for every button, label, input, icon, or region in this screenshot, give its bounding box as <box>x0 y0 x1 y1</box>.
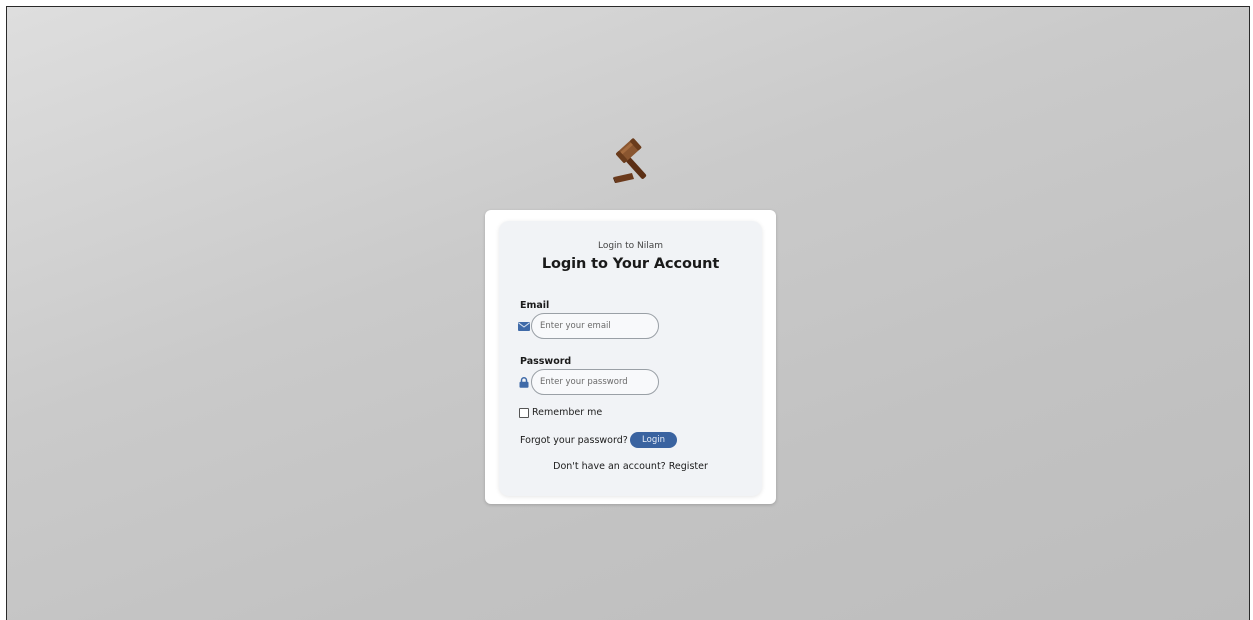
email-label: Email <box>520 300 550 311</box>
register-prompt: Don't have an account? Register <box>499 461 762 472</box>
password-input[interactable] <box>531 369 659 395</box>
form-title: Login to Your Account <box>541 256 720 272</box>
app-window: Login to Nilam Login to Your Account Ema… <box>6 6 1250 620</box>
email-input[interactable] <box>531 313 659 339</box>
remember-checkbox[interactable] <box>519 407 529 418</box>
password-label: Password <box>520 356 572 367</box>
login-card: Login to Nilam Login to Your Account Ema… <box>485 210 776 504</box>
remember-me[interactable]: Remember me <box>519 407 602 418</box>
login-form: Login to Nilam Login to Your Account Ema… <box>499 221 762 496</box>
register-link[interactable]: Register <box>669 461 708 472</box>
gavel-icon <box>609 133 665 189</box>
form-subtitle: Login to Nilam <box>597 241 664 251</box>
lock-icon <box>518 376 530 388</box>
register-prompt-text: Don't have an account? <box>553 461 666 472</box>
forgot-password-link[interactable]: Forgot your password? <box>520 435 628 446</box>
login-button[interactable]: Login <box>630 432 677 448</box>
remember-label: Remember me <box>532 407 603 418</box>
envelope-icon <box>518 320 530 332</box>
